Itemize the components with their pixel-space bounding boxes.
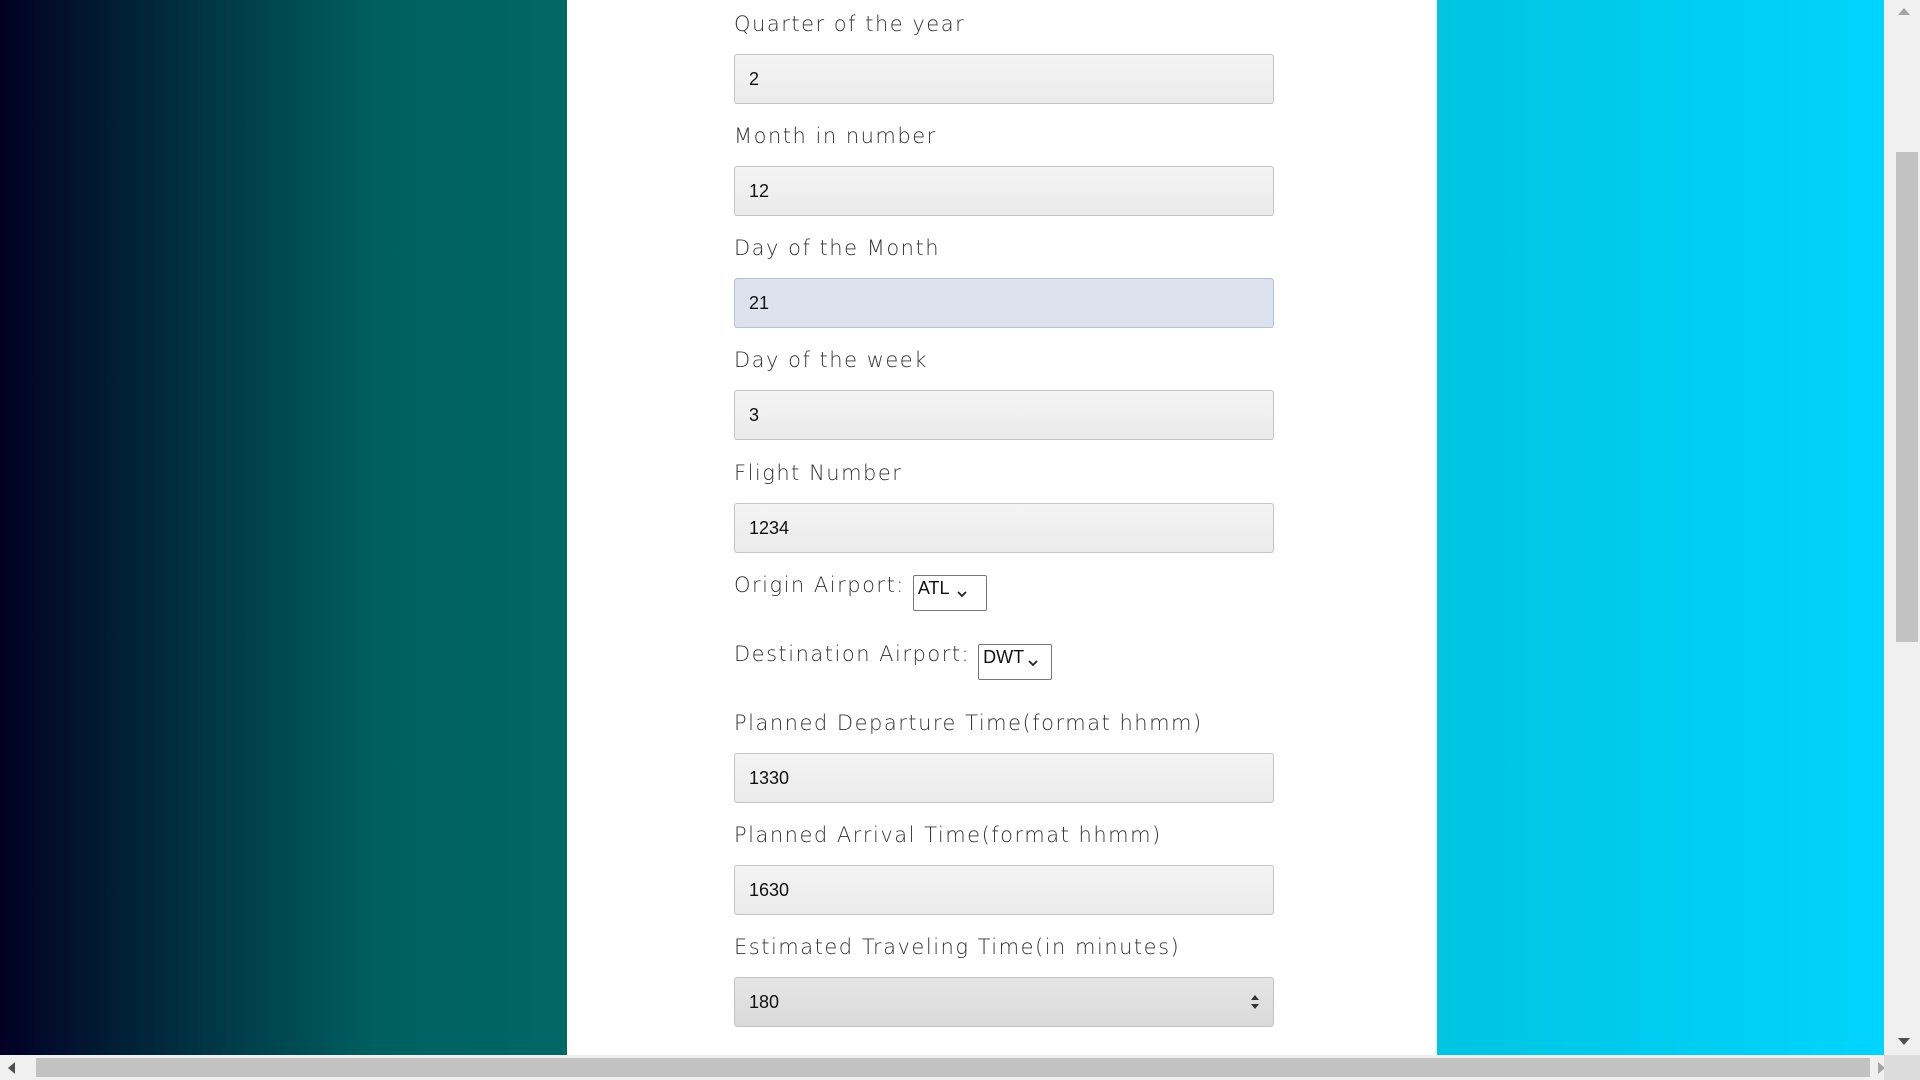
day-of-month-label: Day of the Month [734,236,941,260]
vertical-scroll-thumb[interactable] [1896,152,1918,642]
day-of-month-input[interactable] [734,278,1274,328]
travel-time-wrapper [734,977,1274,1027]
origin-row: Origin Airport: ATL [734,573,987,611]
horizontal-scrollbar[interactable] [0,1055,1885,1080]
destination-row: Destination Airport: DWT [734,642,1053,680]
form-panel: Quarter of the year Month in number Day … [567,0,1437,1055]
destination-selected-value: DWT [983,647,1025,667]
travel-time-label: Estimated Traveling Time(in minutes) [734,935,1181,959]
month-label: Month in number [734,124,937,148]
origin-select[interactable]: ATL [912,575,987,611]
origin-label: Origin Airport: [734,573,905,597]
origin-selected-value: ATL [917,578,950,598]
chevron-down-icon [1028,660,1038,667]
arrival-input[interactable] [734,865,1274,915]
day-of-week-label: Day of the week [734,348,928,372]
arrival-label: Planned Arrival Time(format hhmm) [734,823,1162,847]
spinner-arrows-icon[interactable] [1248,991,1262,1013]
page-viewport: Quarter of the year Month in number Day … [0,0,1884,1055]
departure-label: Planned Departure Time(format hhmm) [734,711,1203,735]
quarter-label: Quarter of the year [734,12,966,36]
scroll-down-arrow-icon[interactable] [1898,1038,1910,1045]
destination-select[interactable]: DWT [978,644,1053,680]
quarter-input[interactable] [734,54,1274,104]
chevron-down-icon [956,591,967,598]
scroll-left-arrow-icon[interactable] [8,1062,15,1074]
month-input[interactable] [734,166,1274,216]
flight-number-label: Flight Number [734,461,903,485]
vertical-scrollbar[interactable] [1884,0,1920,1055]
flight-number-input[interactable] [734,503,1274,553]
destination-label: Destination Airport: [734,642,971,666]
scroll-up-arrow-icon[interactable] [1898,8,1910,15]
day-of-week-input[interactable] [734,390,1274,440]
travel-time-input[interactable] [734,977,1274,1027]
departure-input[interactable] [734,753,1274,803]
horizontal-scroll-thumb[interactable] [36,1058,1870,1077]
scrollbar-corner [1884,1055,1920,1080]
